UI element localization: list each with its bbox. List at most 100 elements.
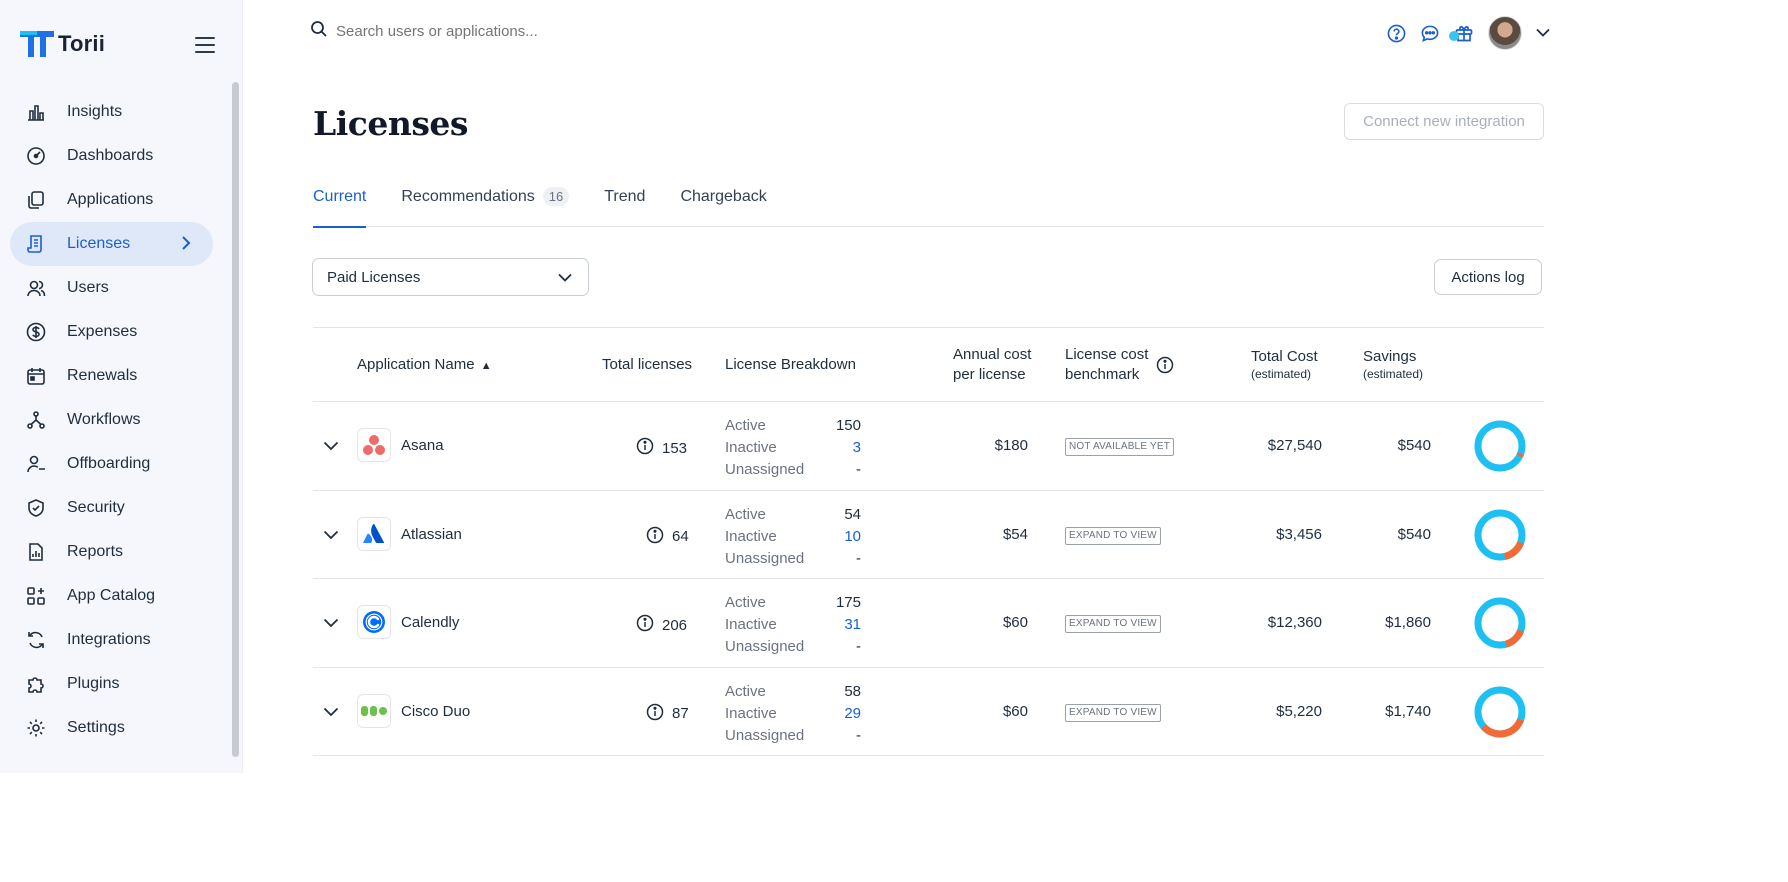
top-actions (1386, 16, 1550, 50)
annual-cost: $54 (1002, 525, 1028, 543)
license-type-select[interactable]: Paid Licenses (312, 258, 589, 296)
gift-icon[interactable] (1449, 23, 1474, 43)
sidebar-item-label: Licenses (67, 235, 131, 252)
search-input[interactable] (336, 23, 736, 40)
sidebar-item-applications[interactable]: Applications (10, 178, 213, 222)
sidebar-item-expenses[interactable]: Expenses (10, 310, 213, 354)
sort-asc-icon: ▲ (480, 360, 492, 372)
integrations-icon (25, 629, 47, 651)
info-icon[interactable] (636, 614, 654, 636)
label-active: Active (725, 417, 766, 434)
chevron-down-icon[interactable] (323, 615, 341, 629)
header-label: per license (953, 366, 1026, 383)
label-unassigned: Unassigned (725, 638, 805, 655)
sidebar-item-offboarding[interactable]: Offboarding (10, 442, 213, 486)
total-licenses: 206 (636, 614, 687, 636)
calendar-icon (25, 365, 47, 387)
usage-donut-chart[interactable] (1473, 508, 1527, 562)
column-header-annual-cost[interactable]: Annual cost per license (953, 345, 1031, 385)
column-header-savings[interactable]: Savings (estimated) (1363, 347, 1423, 381)
tab-chargeback[interactable]: Chargeback (680, 186, 766, 227)
sidebar-item-label: Workflows (67, 411, 141, 428)
chevron-down-icon[interactable] (323, 527, 341, 541)
chevron-down-icon[interactable] (323, 438, 341, 452)
sidebar-item-reports[interactable]: Reports (10, 530, 213, 574)
app-name[interactable]: Asana (401, 437, 444, 454)
reports-icon (25, 541, 47, 563)
inactive-count-link[interactable]: 3 (813, 437, 861, 459)
breakdown-values: 58 29- (813, 681, 861, 747)
column-header-total[interactable]: Total licenses (602, 355, 692, 375)
sidebar-item-renewals[interactable]: Renewals (10, 354, 213, 398)
tab-recommendations[interactable]: Recommendations 16 (401, 186, 570, 227)
inactive-count-link[interactable]: 29 (813, 703, 861, 725)
page-title: Licenses (313, 104, 468, 143)
column-header-app-name[interactable]: Application Name ▲ (357, 355, 492, 376)
sidebar-item-app-catalog[interactable]: App Catalog (10, 574, 213, 618)
app-name[interactable]: Calendly (401, 614, 459, 631)
benchmark-badge[interactable]: EXPAND TO VIEW (1065, 703, 1161, 722)
sidebar-item-plugins[interactable]: Plugins (10, 662, 213, 706)
label-active: Active (725, 682, 766, 700)
help-icon[interactable] (1386, 23, 1406, 43)
menu-toggle-icon[interactable] (195, 37, 215, 53)
search-icon (310, 20, 328, 43)
total-value: 206 (662, 616, 688, 634)
licenses-icon (25, 233, 47, 255)
sidebar-item-licenses[interactable]: Licenses (10, 222, 213, 266)
sidebar-item-insights[interactable]: Insights (10, 90, 213, 134)
sidebar-item-dashboards[interactable]: Dashboards (10, 134, 213, 178)
tab-label: Trend (604, 188, 646, 205)
cisco-duo-logo-icon (357, 693, 391, 728)
sidebar-scrollbar[interactable] (232, 82, 239, 757)
usage-donut-chart[interactable] (1473, 596, 1527, 650)
breakdown-labels: Active Inactive Unassigned (725, 592, 804, 658)
chevron-down-icon[interactable] (1536, 24, 1550, 42)
info-icon[interactable] (646, 526, 664, 548)
sidebar-item-users[interactable]: Users (10, 266, 213, 310)
benchmark-badge[interactable]: EXPAND TO VIEW (1065, 615, 1161, 633)
benchmark-badge[interactable]: EXPAND TO VIEW (1065, 526, 1161, 545)
breakdown-labels: Active Inactive Unassigned (725, 681, 804, 747)
inactive-count-link[interactable]: 10 (813, 526, 861, 548)
connect-integration-button[interactable]: Connect new integration (1344, 103, 1544, 140)
torii-logo[interactable]: Torii (20, 31, 105, 57)
info-icon[interactable] (1156, 356, 1174, 380)
table-row[interactable]: Calendly 206 Active Inactive Unassigned 17… (313, 579, 1544, 668)
tab-current[interactable]: Current (313, 186, 367, 228)
tab-trend[interactable]: Trend (604, 186, 645, 227)
table-row[interactable]: Cisco Duo 87 Active Inactive Unassigned 58… (313, 668, 1544, 756)
tab-bar: Current Recommendations 16 Trend Chargeba… (313, 186, 1544, 228)
info-icon[interactable] (646, 703, 664, 725)
sidebar-item-label: Plugins (67, 675, 120, 692)
total-licenses: 153 (636, 437, 687, 459)
app-name[interactable]: Atlassian (401, 526, 462, 543)
table-row[interactable]: Asana 153 Active Inactive Unassigned 150 3 -… (313, 402, 1544, 491)
sidebar-item-security[interactable]: Security (10, 486, 213, 530)
usage-donut-chart[interactable] (1473, 685, 1527, 739)
sidebar-item-workflows[interactable]: Workflows (10, 398, 213, 442)
chevron-down-icon[interactable] (323, 704, 341, 718)
info-icon[interactable] (636, 437, 654, 459)
table-row[interactable]: Atlassian 64 Active Inactive Unassigned 54… (313, 491, 1544, 579)
app-name[interactable]: Cisco Duo (401, 703, 470, 720)
column-header-total-cost[interactable]: Total Cost (estimated) (1251, 347, 1318, 381)
unassigned-count: - (856, 726, 861, 744)
sidebar-item-settings[interactable]: Settings (10, 706, 213, 750)
annual-cost: $180 (994, 437, 1028, 454)
chevron-right-icon (181, 235, 191, 256)
chat-icon[interactable] (1420, 23, 1440, 43)
annual-cost: $60 (1002, 614, 1028, 631)
breakdown-labels: Active Inactive Unassigned (725, 504, 804, 570)
puzzle-icon (25, 673, 47, 695)
inactive-count-link[interactable]: 31 (813, 614, 861, 636)
total-cost: $27,540 (1267, 437, 1322, 454)
actions-log-button[interactable]: Actions log (1434, 259, 1542, 295)
label-unassigned: Unassigned (725, 726, 805, 744)
sidebar-item-label: Reports (67, 543, 124, 560)
avatar[interactable] (1488, 16, 1522, 50)
sidebar-nav: Insights Dashboards Applications License… (10, 90, 213, 750)
sidebar-item-integrations[interactable]: Integrations (10, 618, 213, 662)
total-cost: $12,360 (1267, 614, 1322, 631)
usage-donut-chart[interactable] (1473, 419, 1527, 473)
